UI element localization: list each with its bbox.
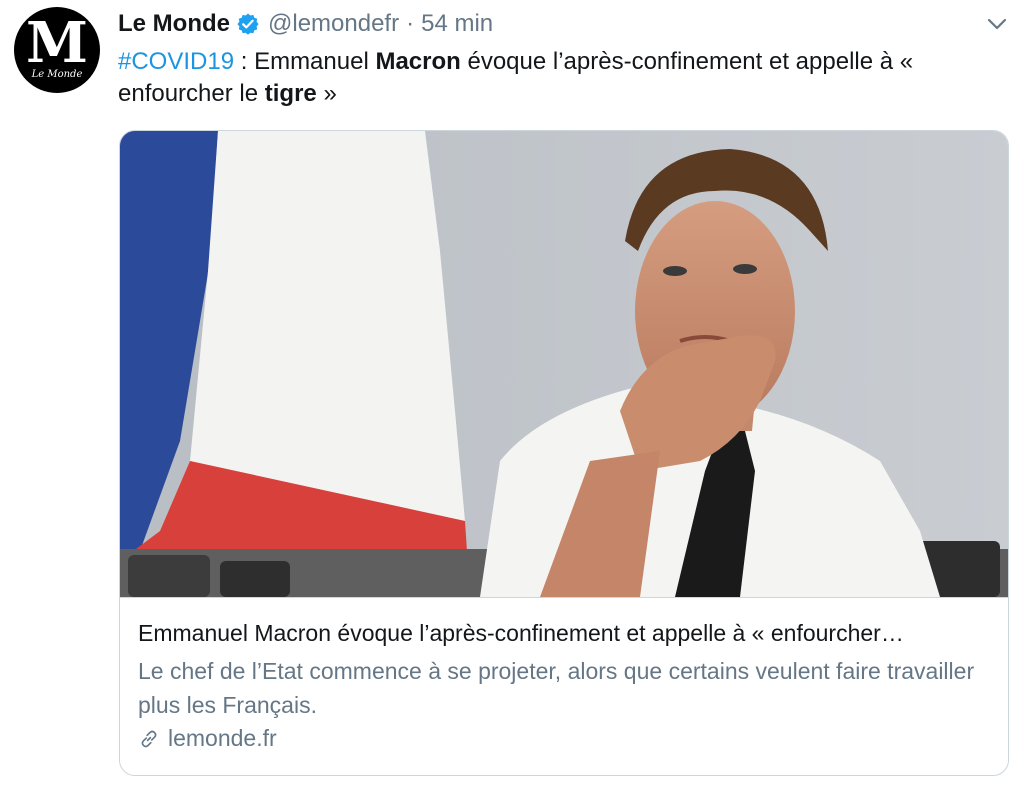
hashtag-link[interactable]: #COVID19 — [118, 48, 234, 75]
logo-caption: Le Monde — [31, 69, 83, 80]
logo-letter: M — [26, 10, 88, 76]
tweet-text-part: : Emmanuel — [234, 48, 376, 75]
tweet-bold-word: Macron — [375, 48, 461, 75]
card-title: Emmanuel Macron évoque l’après-confineme… — [138, 620, 904, 646]
chevron-down-icon[interactable] — [982, 12, 1012, 36]
tweet-text-part: » — [316, 80, 337, 107]
tweet-bold-word: tigre — [264, 80, 317, 107]
card-body[interactable]: Emmanuel Macron évoque l’après-confineme… — [120, 597, 1008, 775]
author-handle[interactable]: @lemondefr — [268, 10, 399, 38]
verified-badge-icon — [237, 13, 259, 35]
card-description: Le chef de l’Etat commence à se projeter… — [138, 658, 975, 718]
link-icon — [141, 730, 157, 747]
card-domain-label: lemonde.fr — [168, 725, 277, 751]
author-name[interactable]: Le Monde — [118, 10, 230, 38]
link-card[interactable]: Emmanuel Macron évoque l’après-confineme… — [119, 130, 1009, 776]
tweet-text: #COVID19 : Emmanuel Macron évoque l’aprè… — [118, 46, 998, 110]
card-image[interactable] — [120, 131, 1008, 597]
avatar[interactable]: M Le Monde — [14, 7, 100, 93]
card-domain[interactable]: lemonde.fr — [138, 725, 277, 752]
timestamp[interactable]: 54 min — [421, 10, 493, 38]
separator-dot: · — [406, 10, 415, 37]
tweet-header: Le Monde @lemondefr · 54 min — [118, 8, 493, 40]
